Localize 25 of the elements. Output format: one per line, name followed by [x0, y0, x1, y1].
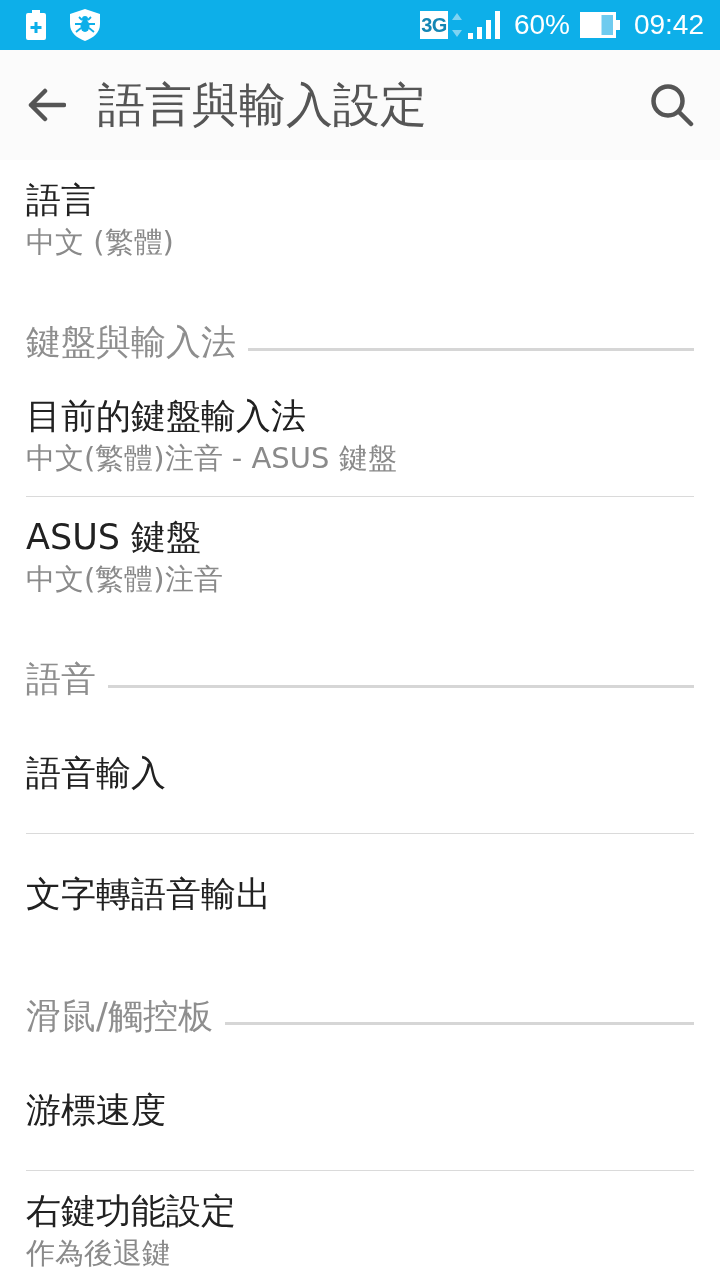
signal-icon — [467, 11, 502, 39]
clock-time: 09:42 — [633, 8, 704, 42]
setting-summary: 中文(繁體)注音 - ASUS 鍵盤 — [26, 440, 397, 477]
back-arrow-icon[interactable] — [28, 88, 66, 122]
setting-summary: 中文 (繁體) — [26, 224, 174, 261]
setting-summary: 作為後退鍵 — [26, 1235, 171, 1272]
data-arrows-icon — [450, 11, 463, 39]
network-type-indicator: 3G — [420, 11, 448, 39]
setting-summary: 中文(繁體)注音 — [26, 561, 223, 598]
search-icon[interactable] — [650, 83, 694, 127]
setting-title[interactable]: 語音輸入 — [26, 751, 166, 795]
shield-bug-icon — [70, 9, 100, 41]
setting-title[interactable]: 右鍵功能設定 — [26, 1189, 236, 1233]
setting-title[interactable]: ASUS 鍵盤 — [26, 515, 202, 559]
screen-title: 語言與輸入設定 — [98, 76, 427, 134]
category-header: 語音 — [26, 658, 96, 701]
setting-title[interactable]: 語言 — [26, 178, 96, 222]
setting-title[interactable]: 目前的鍵盤輸入法 — [26, 394, 306, 438]
battery-plus-icon — [26, 10, 46, 40]
battery-percentage: 60% — [513, 8, 570, 42]
setting-title[interactable]: 游標速度 — [26, 1088, 166, 1132]
battery-icon — [579, 12, 620, 38]
category-header: 鍵盤與輸入法 — [26, 321, 236, 364]
category-header: 滑鼠/觸控板 — [26, 995, 213, 1038]
setting-title[interactable]: 文字轉語音輸出 — [26, 872, 271, 916]
